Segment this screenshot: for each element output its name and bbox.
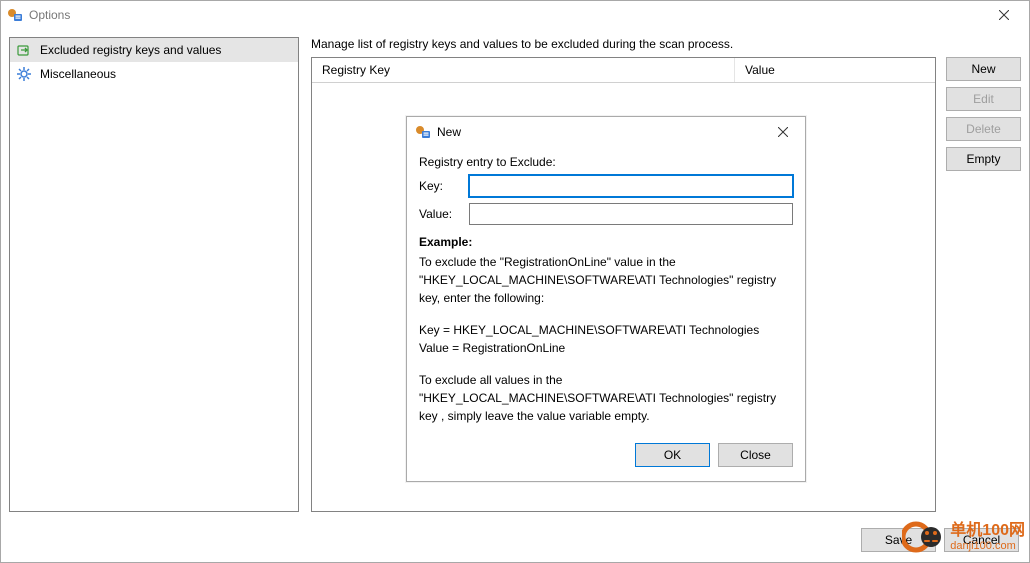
close-icon — [999, 10, 1009, 20]
sidebar-item-excluded-keys[interactable]: Excluded registry keys and values — [10, 38, 298, 62]
dialog-body: Registry entry to Exclude: Key: Value: E… — [407, 147, 805, 481]
example-text-2: Key = HKEY_LOCAL_MACHINE\SOFTWARE\ATI Te… — [419, 321, 793, 357]
dialog-close-button[interactable] — [765, 121, 801, 143]
example-text-3: To exclude all values in the "HKEY_LOCAL… — [419, 371, 793, 425]
footer-buttons: Save Cancel — [861, 528, 1019, 552]
column-header-value[interactable]: Value — [735, 58, 935, 82]
app-icon — [7, 7, 23, 23]
example-text-1: To exclude the "RegistrationOnLine" valu… — [419, 253, 793, 307]
ok-button[interactable]: OK — [635, 443, 710, 467]
new-button[interactable]: New — [946, 57, 1021, 81]
cancel-button[interactable]: Cancel — [944, 528, 1019, 552]
window-close-button[interactable] — [979, 1, 1029, 29]
dialog-titlebar[interactable]: New — [407, 117, 805, 147]
close-icon — [778, 127, 788, 137]
new-entry-dialog: New Registry entry to Exclude: Key: Valu… — [406, 116, 806, 482]
panel-description: Manage list of registry keys and values … — [311, 37, 1021, 51]
sidebar-item-label: Excluded registry keys and values — [40, 43, 221, 57]
key-label: Key: — [419, 179, 461, 193]
dialog-prompt: Registry entry to Exclude: — [419, 155, 793, 169]
app-icon — [415, 124, 431, 140]
value-input[interactable] — [469, 203, 793, 225]
empty-button[interactable]: Empty — [946, 147, 1021, 171]
save-button[interactable]: Save — [861, 528, 936, 552]
sidebar-item-miscellaneous[interactable]: Miscellaneous — [10, 62, 298, 86]
dialog-title: New — [437, 125, 461, 139]
sidebar-item-label: Miscellaneous — [40, 67, 116, 81]
window-title: Options — [29, 8, 70, 22]
options-window: Options Excluded registry keys and value… — [0, 0, 1030, 563]
example-heading: Example: — [419, 235, 793, 249]
close-button[interactable]: Close — [718, 443, 793, 467]
key-input[interactable] — [469, 175, 793, 197]
column-header-key[interactable]: Registry Key — [312, 58, 735, 82]
value-label: Value: — [419, 207, 461, 221]
export-icon — [16, 42, 32, 58]
gear-icon — [16, 66, 32, 82]
window-titlebar[interactable]: Options — [1, 1, 1029, 29]
side-buttons: New Edit Delete Empty — [946, 57, 1021, 512]
delete-button[interactable]: Delete — [946, 117, 1021, 141]
edit-button[interactable]: Edit — [946, 87, 1021, 111]
sidebar: Excluded registry keys and values Miscel… — [9, 37, 299, 512]
table-header: Registry Key Value — [312, 58, 935, 83]
